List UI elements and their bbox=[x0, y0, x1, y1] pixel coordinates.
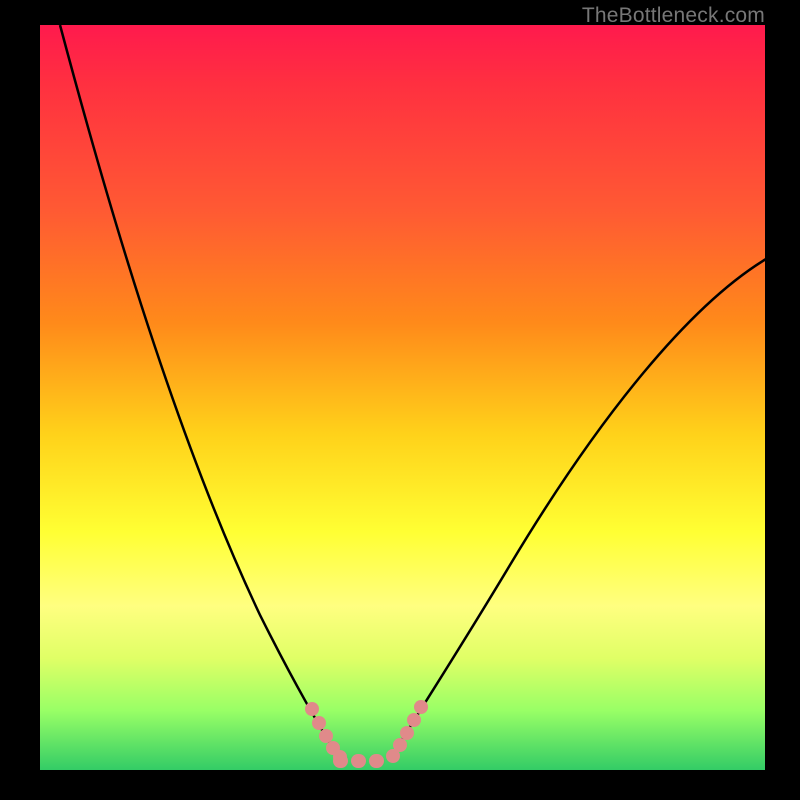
chart-frame: TheBottleneck.com bbox=[0, 0, 800, 800]
curve-left bbox=[60, 25, 340, 760]
valley-highlight bbox=[312, 707, 421, 761]
chart-svg bbox=[40, 25, 765, 770]
curve-right bbox=[390, 259, 766, 760]
